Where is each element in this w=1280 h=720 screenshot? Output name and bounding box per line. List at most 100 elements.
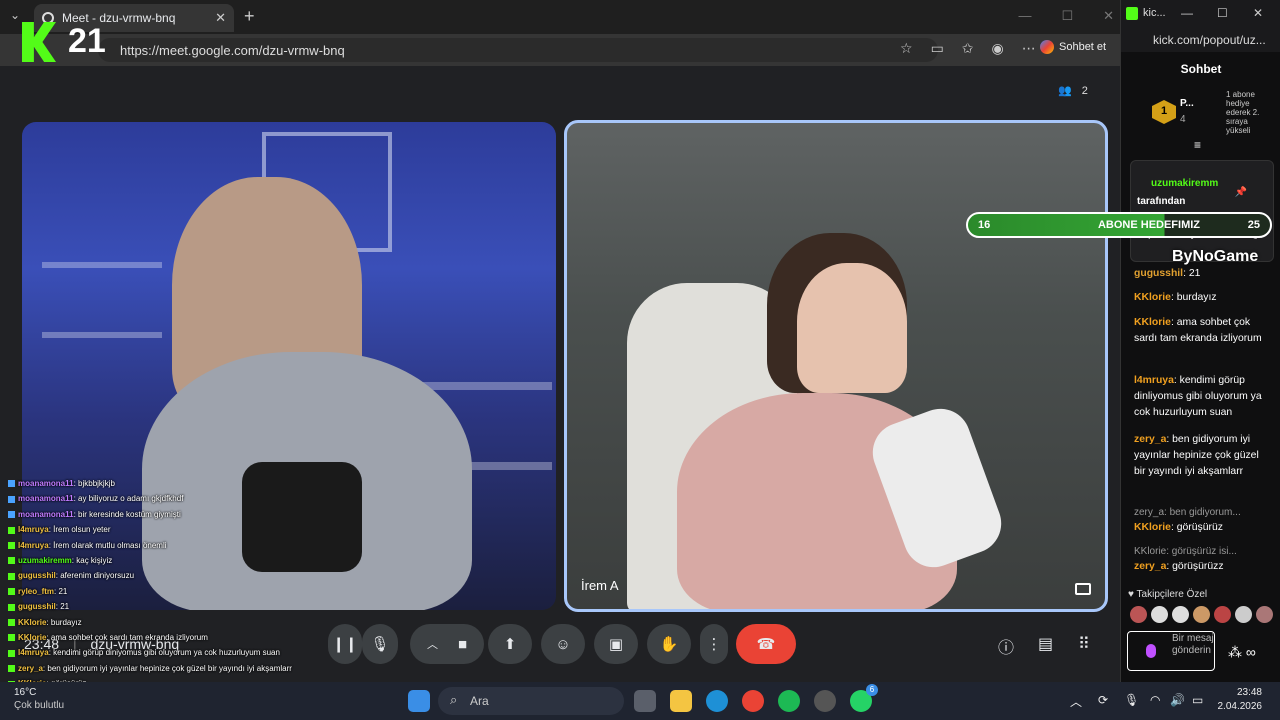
mic-button[interactable]: 🎙 (362, 624, 398, 664)
file-explorer-icon[interactable] (670, 690, 692, 712)
collapse-icon[interactable]: ≡ (1194, 138, 1201, 152)
popout-close-icon[interactable]: ✕ (1253, 6, 1263, 20)
close-window-icon[interactable]: ✕ (1103, 8, 1114, 24)
tab-meet[interactable]: Meet - dzu-vrmw-bnq ✕ (34, 4, 234, 32)
overlay-chat-row: gugusshil: 21 (8, 599, 328, 614)
pinned-user: uzumakiremm (1151, 178, 1219, 189)
emote-2[interactable] (1151, 606, 1168, 623)
clock-time: 23:48 (1236, 687, 1262, 698)
badge-icon (8, 603, 15, 611)
new-tab-icon[interactable]: + (244, 6, 255, 27)
chat-icon[interactable]: ▤ (1038, 634, 1053, 654)
overlay-chat-user: zery_a (18, 663, 43, 673)
favorites-icon[interactable]: ✩ (962, 40, 974, 57)
mic-icon[interactable] (1146, 644, 1156, 658)
overlay-chat-text: : İrem olsun yeter (48, 525, 111, 535)
chat-user[interactable]: zery_a (1134, 434, 1166, 445)
popout-url[interactable]: kick.com/popout/uz... (1121, 28, 1280, 52)
info-icon[interactable]: ⓘ (998, 634, 1014, 658)
pinned-message[interactable]: uzumakiremm tarafından https://www.youtu… (1130, 160, 1274, 262)
overlay-chat-row: zery_a: ben gidiyorum iyi yayınlar hepin… (8, 661, 328, 676)
reply-context: KKlorie: görüşürüz isi... (1134, 546, 1237, 557)
chat-user[interactable]: KKlorie (1134, 317, 1171, 328)
goal-current: 16 (978, 219, 991, 231)
chat-header: Sohbet (1180, 62, 1222, 76)
clock[interactable]: 23:48 2.04.2026 (1218, 686, 1263, 714)
profile-icon[interactable]: ◉ (992, 40, 1004, 57)
reply-message: zery_a: ben gidiyorum... KKlorie: görüşü… (1134, 506, 1268, 536)
participants-indicator[interactable]: 👥 2 (1058, 84, 1088, 98)
reply-message-2: KKlorie: görüşürüz isi... zery_a: görüşü… (1134, 545, 1268, 575)
emote-picker-icon[interactable]: ⁂ ∞ (1228, 644, 1256, 661)
emote-6[interactable] (1235, 606, 1252, 623)
mic-tray-icon[interactable]: 🎙 (1124, 693, 1139, 707)
close-tab-icon[interactable]: ✕ (215, 10, 226, 26)
present-button[interactable]: ⬆ (488, 624, 532, 664)
overlay-chat-row: moanamona11: bjkbbjkjkjb (8, 476, 328, 491)
audio-levels-button[interactable]: ❙❙ (328, 624, 362, 664)
raise-hand-button[interactable]: ✋ (647, 624, 691, 664)
badge-icon (8, 572, 15, 580)
task-view-icon[interactable] (634, 690, 656, 712)
weather-temp: 16°C (14, 687, 37, 698)
chrome-icon[interactable] (742, 690, 764, 712)
volume-icon[interactable]: 🔊 (1170, 693, 1185, 707)
edge-icon[interactable] (706, 690, 728, 712)
chat-input[interactable]: Bir mesaj gönderin (1127, 631, 1215, 671)
emote-7[interactable] (1256, 606, 1273, 623)
weather-widget[interactable]: 16°C Çok bulutlu (14, 686, 64, 712)
overlay-chat-user: moanamona11 (18, 479, 74, 488)
activities-icon[interactable]: ⠿ (1078, 634, 1090, 654)
kick-favicon-icon (1126, 7, 1138, 20)
more-vertical-icon: ⋮ (706, 636, 722, 653)
wifi-icon[interactable]: ◠ (1150, 693, 1160, 707)
chat-input-placeholder: Bir mesaj gönderin (1172, 633, 1214, 656)
maximize-icon[interactable]: ☐ (1061, 8, 1073, 24)
tab-search-icon[interactable]: ⌄ (10, 8, 20, 22)
whatsapp-icon[interactable]: 6 (850, 684, 878, 712)
overlay-chat-row: gugusshil: aferenim diniyorsuzu (8, 568, 328, 583)
emote-3[interactable] (1172, 606, 1189, 623)
url-field[interactable]: https://meet.google.com/dzu-vrmw-bnq (98, 38, 938, 62)
chat-user[interactable]: gugusshil (1134, 268, 1183, 279)
captions-button[interactable]: ▣ (594, 624, 638, 664)
search-placeholder: Ara (470, 694, 489, 708)
taskbar-search[interactable]: ⌕ Ara (438, 687, 624, 715)
camera-icon[interactable]: ▭ (931, 40, 944, 57)
pinned-text: tarafından (1137, 196, 1186, 207)
emote-4[interactable] (1193, 606, 1210, 623)
sohbet-button[interactable]: Sohbet et (1040, 40, 1106, 54)
more-icon[interactable]: ⋯ (1022, 40, 1036, 57)
reactions-button[interactable]: ☺ (541, 624, 585, 664)
overlay-chat-text: : kendimi görüp diniyomus gibi oluyorum … (48, 648, 280, 658)
emote-5[interactable] (1214, 606, 1231, 623)
chat-text: : görüşürüz (1170, 522, 1223, 533)
leaderboard-note: 1 abone hediye ederek 2. sıraya yükseli (1226, 90, 1260, 135)
chat-user[interactable]: zery_a (1134, 561, 1166, 572)
popout-minimize-icon[interactable]: — (1181, 6, 1193, 20)
tray-chevron-icon[interactable]: ︿ (1070, 693, 1082, 710)
minimize-icon[interactable]: — (1018, 8, 1031, 24)
leave-call-button[interactable]: ☎ (736, 624, 796, 664)
more-options-button[interactable]: ⋮ (700, 624, 728, 664)
chat-user[interactable]: KKlorie (1134, 292, 1171, 303)
camera-button[interactable]: ︿ ■ (410, 624, 484, 664)
start-icon[interactable] (408, 690, 430, 712)
chat-message: KKlorie: burdayız (1134, 290, 1268, 306)
video-tile-irem[interactable]: İrem A (564, 120, 1108, 612)
badge-icon (8, 649, 15, 657)
pin-tile-icon[interactable] (1075, 583, 1091, 595)
overlay-chat-user: gugusshil (18, 571, 56, 581)
spotify-icon[interactable] (778, 690, 800, 712)
mic-icon: 🎙 (370, 636, 390, 653)
bookmark-star-icon[interactable]: ☆ (900, 40, 913, 57)
chat-user[interactable]: l4mruya (1134, 375, 1174, 386)
battery-icon[interactable]: ▭ (1192, 693, 1203, 707)
popout-maximize-icon[interactable]: ☐ (1217, 6, 1228, 20)
emote-1[interactable] (1130, 606, 1147, 623)
chat-user[interactable]: KKlorie (1134, 522, 1171, 533)
app-icon[interactable] (814, 690, 836, 712)
emote-row[interactable] (1130, 606, 1273, 623)
overlay-chat-user: l4mruya (18, 525, 49, 535)
sync-icon[interactable]: ⟳ (1098, 693, 1108, 707)
